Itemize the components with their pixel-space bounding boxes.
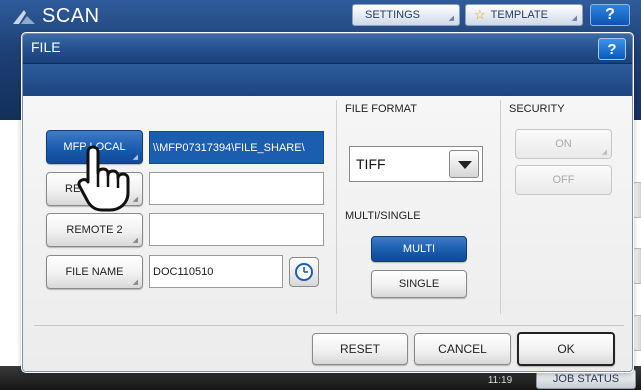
clock-icon <box>295 263 313 281</box>
security-on-label: ON <box>555 138 572 150</box>
file-format-value: TIFF <box>356 156 386 172</box>
side-handle[interactable] <box>633 315 641 351</box>
security-on-button[interactable]: ON ◢ <box>515 129 612 159</box>
file-format-heading: FILE FORMAT <box>345 103 417 115</box>
dialog-title-bar: FILE ? <box>23 34 632 64</box>
security-heading: SECURITY <box>509 103 565 115</box>
chevron-down-icon[interactable] <box>449 150 479 178</box>
side-handle[interactable] <box>633 182 641 218</box>
ok-button[interactable]: OK <box>517 332 615 366</box>
hand-pointer-icon <box>77 145 130 212</box>
multi-button[interactable]: MULTI <box>371 236 467 262</box>
screen-help-button[interactable]: ? <box>590 4 630 26</box>
screen-title: SCAN <box>42 5 100 27</box>
corner-arrow-icon: ◢ <box>601 149 607 156</box>
template-tab[interactable]: ☆ TEMPLATE ◢ <box>465 4 583 26</box>
clock-button[interactable] <box>289 257 319 287</box>
corner-arrow-icon: ◢ <box>132 237 138 244</box>
settings-tab[interactable]: SETTINGS ◢ <box>352 4 460 26</box>
corner-arrow-icon: ◢ <box>448 15 454 22</box>
corner-arrow-icon: ◢ <box>571 15 577 22</box>
star-icon: ☆ <box>474 7 486 22</box>
file-name-field[interactable]: DOC110510 <box>149 255 283 288</box>
side-handle[interactable] <box>633 248 641 284</box>
single-button[interactable]: SINGLE <box>371 270 467 298</box>
job-status-button[interactable]: JOB STATUS <box>536 369 636 389</box>
multi-single-heading: MULTI/SINGLE <box>345 210 421 222</box>
dialog-help-button[interactable]: ? <box>598 38 626 60</box>
reset-button[interactable]: RESET <box>312 333 408 365</box>
app-logo-icon <box>13 10 35 24</box>
file-name-label: FILE NAME <box>65 266 124 278</box>
remote-1-field[interactable] <box>149 172 324 205</box>
remote-2-button[interactable]: REMOTE 2 ◢ <box>46 213 143 247</box>
dialog-title: FILE <box>31 39 61 55</box>
file-name-button[interactable]: FILE NAME ◢ <box>46 255 143 289</box>
cancel-button[interactable]: CANCEL <box>414 333 511 365</box>
corner-arrow-icon: ◢ <box>132 279 138 286</box>
column-divider <box>336 100 337 314</box>
template-tab-label: TEMPLATE <box>490 9 548 21</box>
security-off-button[interactable]: OFF <box>515 165 612 195</box>
remote-2-field[interactable] <box>149 213 324 246</box>
footer-divider <box>34 325 624 326</box>
remote-2-label: REMOTE 2 <box>66 224 123 236</box>
mfp-local-path-field[interactable]: \\MFP07317394\FILE_SHARE\ <box>149 131 324 164</box>
settings-tab-label: SETTINGS <box>365 9 421 21</box>
column-divider <box>500 100 501 314</box>
file-format-select[interactable]: TIFF <box>349 146 483 182</box>
dialog-sub-bar <box>23 64 632 96</box>
time-text: 11:19 <box>487 375 513 386</box>
